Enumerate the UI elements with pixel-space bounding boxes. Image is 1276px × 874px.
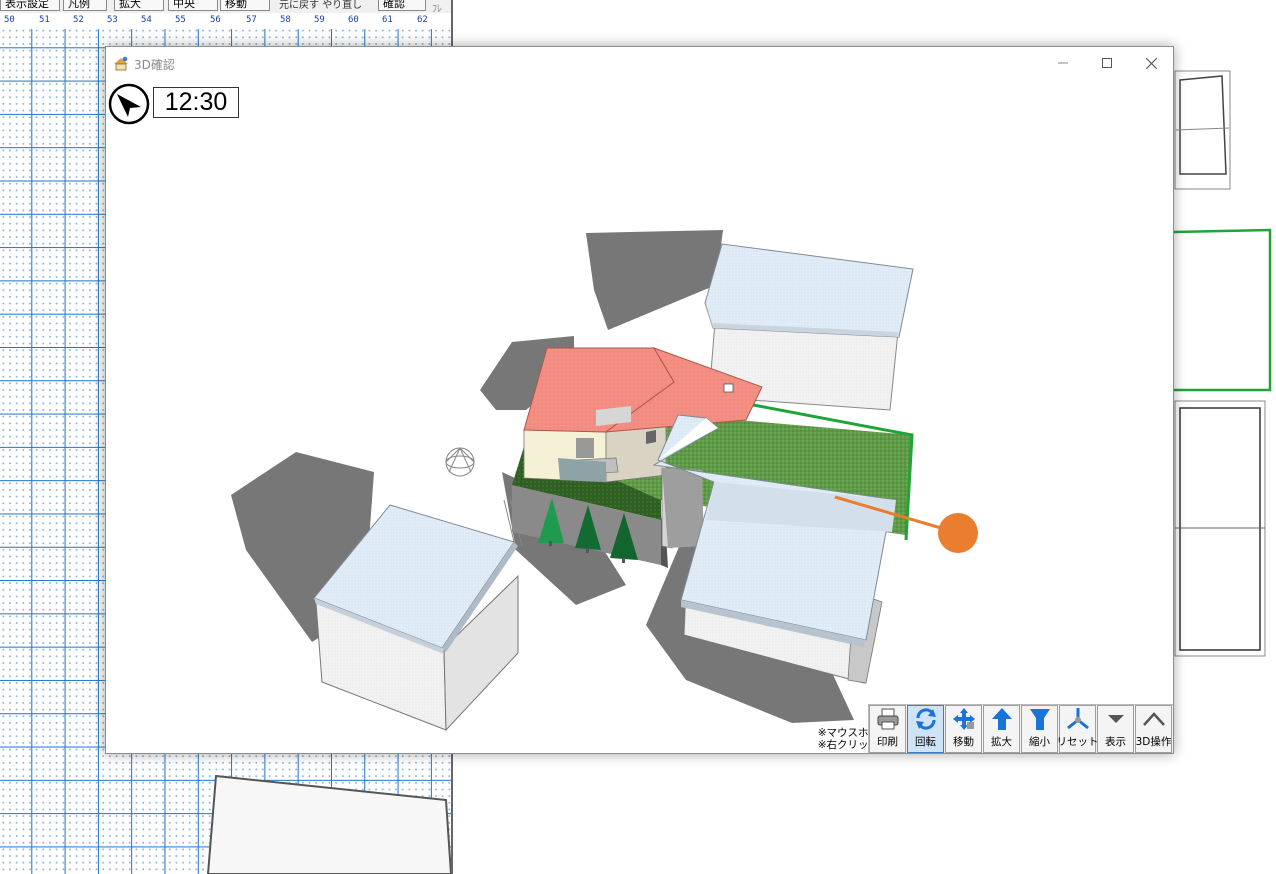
ruler-label: 52 <box>73 15 84 25</box>
minimize-button[interactable] <box>1041 47 1085 79</box>
zoom-out-label: 縮小 <box>1029 736 1050 748</box>
display-settings-button[interactable]: 表示設定 <box>0 0 60 11</box>
ruler: 50 51 52 53 54 55 56 57 58 59 60 61 62 <box>0 13 452 29</box>
close-button[interactable] <box>1129 47 1173 79</box>
legend-button[interactable]: 凡例 <box>63 0 107 11</box>
3d-operation-toolbar: 印刷 回転 移動 拡大 縮小 リセット 表示 3D操作 <box>868 704 1173 753</box>
ruler-label: 51 <box>39 15 50 25</box>
time-display[interactable]: 12:30 <box>153 87 239 118</box>
window-title: 3D確認 <box>134 58 175 72</box>
confirm-button[interactable]: 確認 <box>378 0 426 11</box>
rotate-button[interactable]: 回転 <box>907 705 944 753</box>
reset-label: リセット <box>1056 736 1099 748</box>
background-plan-shape <box>206 774 451 874</box>
ruler-label: 60 <box>348 15 359 25</box>
background-plan-shape <box>1174 400 1266 657</box>
ruler-label: 59 <box>314 15 325 25</box>
zoom-out-button[interactable]: 縮小 <box>1021 705 1058 753</box>
display-button[interactable]: 表示 <box>1097 705 1134 753</box>
3d-scene[interactable] <box>106 80 1173 753</box>
close-icon <box>1145 57 1157 69</box>
zoom-in-button[interactable]: 拡大 <box>114 0 164 11</box>
title-bar[interactable]: 3D確認 <box>106 47 1173 79</box>
background-toolbar: 表示設定 凡例 拡大 中央 移動 元に戻す やり直し 確認 ﾌﾚ <box>0 0 452 13</box>
ruler-label: 58 <box>280 15 291 25</box>
move-label: 移動 <box>953 736 974 748</box>
reset-axes-icon <box>1066 708 1089 730</box>
center-button[interactable]: 中央 <box>168 0 218 11</box>
3d-viewport[interactable]: 12:30 ※マウスホイール：拡大、縮小 ※右クリック＋ドラッグ：移動 印刷 <box>106 80 1173 753</box>
ruler-label: 54 <box>141 15 152 25</box>
zoom-in-button[interactable]: 拡大 <box>983 705 1020 753</box>
print-label: 印刷 <box>877 736 898 748</box>
redo-button[interactable]: やり直し <box>322 0 362 11</box>
move-icon <box>952 708 975 730</box>
ruler-label: 53 <box>107 15 118 25</box>
reset-button[interactable]: リセット <box>1056 705 1099 753</box>
zoom-in-label: 拡大 <box>991 736 1012 748</box>
minimize-icon <box>1058 62 1068 64</box>
3d-check-window: 3D確認 12:30 印刷 回転 移動 拡大 縮小 リセット 表示 3D操作 <box>105 46 1174 754</box>
chevron-down-icon <box>1107 715 1124 723</box>
3d-operation-button[interactable]: 3D操作 <box>1135 705 1172 753</box>
ruler-label: 61 <box>382 15 393 25</box>
printer-icon <box>877 708 898 730</box>
move-button[interactable]: 移動 <box>945 705 982 753</box>
display-label: 表示 <box>1105 736 1126 748</box>
3d-operation-label: 3D操作 <box>1135 736 1172 748</box>
app-icon <box>114 56 128 71</box>
ruler-label: 62 <box>417 15 428 25</box>
maximize-button[interactable] <box>1085 47 1129 79</box>
sun-icon[interactable] <box>938 513 978 553</box>
undo-button[interactable]: 元に戻す <box>279 0 319 11</box>
chevron-up-icon <box>1142 712 1165 726</box>
ruler-label: 55 <box>175 15 186 25</box>
background-plan-shape <box>1174 70 1231 190</box>
zoom-in-icon <box>991 708 1012 730</box>
print-button[interactable]: 印刷 <box>869 705 906 753</box>
move-button[interactable]: 移動 <box>220 0 270 11</box>
truncated-label: ﾌﾚ <box>432 4 442 13</box>
background-lot-outline <box>1174 228 1272 392</box>
maximize-icon <box>1102 58 1112 68</box>
north-arrow-icon <box>108 83 150 125</box>
zoom-out-icon <box>1029 709 1050 730</box>
ruler-label: 56 <box>210 15 221 25</box>
ruler-label: 50 <box>4 15 15 25</box>
rotate-icon <box>915 708 936 730</box>
rotate-label: 回転 <box>915 736 936 748</box>
ruler-label: 57 <box>246 15 257 25</box>
